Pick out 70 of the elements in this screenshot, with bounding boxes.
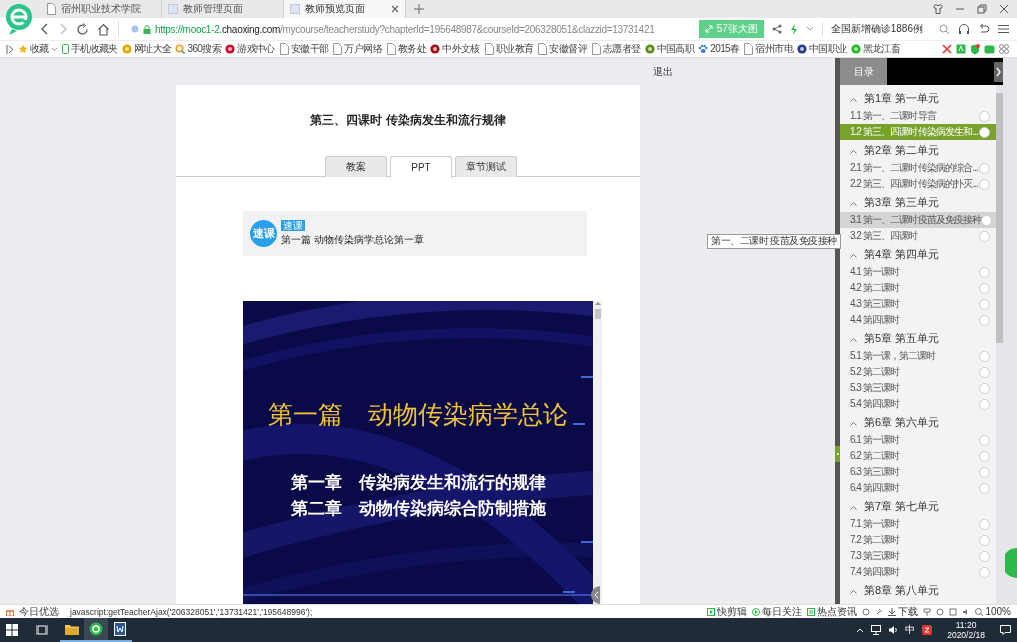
chapter-heading[interactable]: 第7章 第七单元 xyxy=(840,496,996,516)
link-preview: javascript:getTeacherAjax('206328051','13731421','195648996'); xyxy=(70,605,313,618)
bookmark[interactable]: 中外文核 xyxy=(430,42,480,56)
slide-heading: 第一篇 动物传染病学总论 xyxy=(268,399,568,431)
lesson-item[interactable]: 4.4 第四课时 xyxy=(840,312,996,328)
bookmark[interactable]: 黑龙江畜 xyxy=(850,42,901,56)
content-tab[interactable]: 章节测试 xyxy=(455,156,517,177)
lesson-item[interactable]: 4.1 第一课时 xyxy=(840,264,996,280)
lesson-item[interactable]: 4.2 第二课时 xyxy=(840,280,996,296)
logout-link[interactable]: 退出 xyxy=(653,64,673,79)
bookmark[interactable]: 游戏中心 xyxy=(225,42,275,56)
chapter-heading[interactable]: 第4章 第四单元 xyxy=(840,244,996,264)
status-text[interactable]: 今日优选 xyxy=(19,605,59,618)
lesson-item[interactable]: 5.4 第四课时 xyxy=(840,396,996,412)
lesson-item[interactable]: 5.2 第二课时 xyxy=(840,364,996,380)
bookmark[interactable]: 中国职业 xyxy=(797,42,847,56)
lesson-item[interactable]: 2.1 第一、二课时 传染病的综合... xyxy=(840,160,996,176)
news-headline[interactable]: 全国新增确诊1886例 xyxy=(821,22,923,36)
lesson-item[interactable]: 6.3 第三课时 xyxy=(840,464,996,480)
lesson-item[interactable]: 6.1 第一课时 xyxy=(840,432,996,448)
status-item[interactable]: 每日关注 xyxy=(752,605,803,618)
chapter-heading[interactable]: 第6章 第六单元 xyxy=(840,412,996,432)
bookmark[interactable]: 网址大全 xyxy=(121,42,172,56)
status-item[interactable]: 热点资讯 xyxy=(807,605,858,618)
bookmark[interactable]: 手机收藏夹 xyxy=(61,42,118,56)
bookmark[interactable]: 万户网络 xyxy=(332,42,382,56)
content-tab[interactable]: 教案 xyxy=(325,156,387,177)
bookmark[interactable]: 2015春 xyxy=(698,42,740,56)
bookmark[interactable]: 职业教育 xyxy=(483,42,534,56)
lesson-item[interactable]: 7.2 第二课时 xyxy=(840,532,996,548)
video-title: 第一篇 动物传染病学总论第一章 xyxy=(281,233,424,247)
browser-tab[interactable]: 教师预览页面 xyxy=(284,0,406,18)
chapter-heading[interactable]: 第3章 第三单元 xyxy=(840,192,996,212)
bookmark[interactable]: 志愿者登 xyxy=(591,42,641,56)
bookmark[interactable]: 教务处 xyxy=(385,42,427,56)
bookmark[interactable]: 中国高职 xyxy=(644,42,695,56)
lesson-item[interactable]: 2.2 第三、四课时 传染病的扑灭... xyxy=(840,176,996,192)
lesson-item[interactable]: 6.4 第四课时 xyxy=(840,480,996,496)
slide-text: 第二章 动物传染病综合防制措施 xyxy=(290,497,546,520)
lesson-item[interactable]: 7.1 第一课时 xyxy=(840,516,996,532)
lesson-item[interactable]: 7.4 第四课时 xyxy=(840,564,996,580)
course-badge: 速课 xyxy=(250,220,277,247)
lesson-title: 第三、四课时 传染病发生和流行规律 xyxy=(309,112,507,128)
chapter-heading[interactable]: 第5章 第五单元 xyxy=(840,328,996,348)
chapter-heading[interactable]: 第2章 第二单元 xyxy=(840,140,996,160)
tooltip: 第一、二课时 疫苗及免疫接种 xyxy=(707,234,841,249)
content-tab[interactable]: PPT xyxy=(390,156,452,178)
lesson-item[interactable]: 1.1 第一、二课时 导言 xyxy=(840,108,996,124)
lesson-item[interactable]: 5.3 第三课时 xyxy=(840,380,996,396)
chapter-heading[interactable]: 第8章 第八单元 xyxy=(840,580,996,600)
bookmark[interactable]: 360搜索 xyxy=(175,42,222,56)
lesson-item[interactable]: 4.3 第三课时 xyxy=(840,296,996,312)
zoom-control[interactable]: 100% xyxy=(975,605,1011,618)
bookmark[interactable]: 安徽督评 xyxy=(537,42,587,56)
lesson-item[interactable]: 6.2 第二课时 xyxy=(840,448,996,464)
lesson-item[interactable]: 7.3 第三课时 xyxy=(840,548,996,564)
status-item[interactable]: 快剪辑 xyxy=(707,605,748,618)
bookmark[interactable]: 宿州市电 xyxy=(743,42,794,56)
bookmark[interactable]: 收藏 xyxy=(18,42,58,56)
bookmark[interactable]: 安徽干部 xyxy=(278,42,329,56)
tag-label: 速课 xyxy=(281,220,305,231)
slide-text: 第一章 传染病发生和流行的规律 xyxy=(290,471,546,494)
lesson-item[interactable]: 3.2 第三、四课时 xyxy=(840,228,996,244)
lesson-item[interactable]: 5.1 第一课，第二课时 xyxy=(840,348,996,364)
clock[interactable]: 11:20 2020/2/18 xyxy=(947,620,985,640)
chapter-heading[interactable]: 第1章 第一单元 xyxy=(840,88,996,108)
url-field[interactable]: https://mooc1-2.chaoxing.com/mycourse/teacherstudy?chapterId=195648987&courseId=206328051&clazzid=13731421 xyxy=(155,23,655,35)
input-method[interactable]: 中 xyxy=(905,623,916,637)
lesson-item[interactable]: 3.1 第一、二课时 疫苗及免疫接种 xyxy=(840,212,996,228)
download-button[interactable]: 下载 xyxy=(888,605,919,618)
